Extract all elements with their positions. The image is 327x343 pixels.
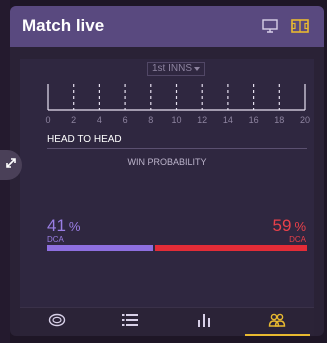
- timeline-tick-label: 20: [299, 115, 310, 125]
- left-win-unit: %: [68, 219, 81, 234]
- timeline-tick-label: 12: [197, 115, 208, 125]
- right-win-unit: %: [294, 219, 306, 234]
- list-icon: [121, 313, 139, 332]
- bar-chart-icon: [196, 312, 212, 333]
- tab-stats[interactable]: [167, 308, 241, 336]
- right-win-bar: [155, 245, 307, 251]
- tab-players[interactable]: [241, 308, 315, 336]
- ball-icon: [48, 313, 66, 332]
- timeline-tick-label: 8: [148, 115, 154, 125]
- win-probability-label: WIN PROBABILITY: [127, 157, 207, 167]
- timeline-tick-label: 0: [45, 115, 51, 125]
- match-content: 1st INNS 0 2 4 6 8 10 12 14 16 18 20 HEAD TO HEAD …: [20, 59, 314, 307]
- tab-list[interactable]: [94, 308, 168, 336]
- left-win-bar: [47, 245, 153, 251]
- widget-tabbar: [20, 307, 314, 336]
- timeline-tick-label: 18: [274, 115, 285, 125]
- right-team-name: DCA: [289, 235, 306, 244]
- timeline-tick-label: 14: [222, 115, 233, 125]
- tab-ball[interactable]: [20, 308, 94, 336]
- match-live-widget: Match live 1st INNS 0 2 4 6 8 10 12 14 1…: [10, 6, 324, 336]
- timeline-tick-label: 16: [248, 115, 259, 125]
- timeline-tick-label: 10: [171, 115, 182, 125]
- monitor-icon[interactable]: [260, 17, 280, 35]
- timeline-tick-label: 6: [122, 115, 128, 125]
- timeline-tick-label: 4: [96, 115, 102, 125]
- pitch-icon[interactable]: [290, 17, 310, 35]
- right-win-percentage: 59%: [273, 216, 306, 236]
- widget-header: Match live: [10, 6, 324, 47]
- widget-title: Match live: [22, 16, 105, 35]
- section-divider: [47, 148, 307, 149]
- players-icon: [268, 312, 286, 333]
- app-frame: Match live 1st INNS 0 2 4 6 8 10 12 14 1…: [0, 0, 327, 343]
- timeline-tick-label: 2: [71, 115, 77, 125]
- innings-select[interactable]: 1st INNS: [147, 62, 205, 76]
- left-team-name: DCA: [47, 235, 64, 244]
- chevron-down-icon: [194, 67, 200, 71]
- innings-timeline: [47, 84, 306, 111]
- innings-select-value: 1st INNS: [152, 63, 193, 74]
- head-to-head-title: HEAD TO HEAD: [47, 134, 122, 145]
- expand-arrows-icon: [4, 156, 18, 175]
- left-win-percentage: 41%: [47, 216, 80, 236]
- right-win-value: 59: [272, 216, 292, 235]
- left-win-value: 41: [47, 216, 66, 235]
